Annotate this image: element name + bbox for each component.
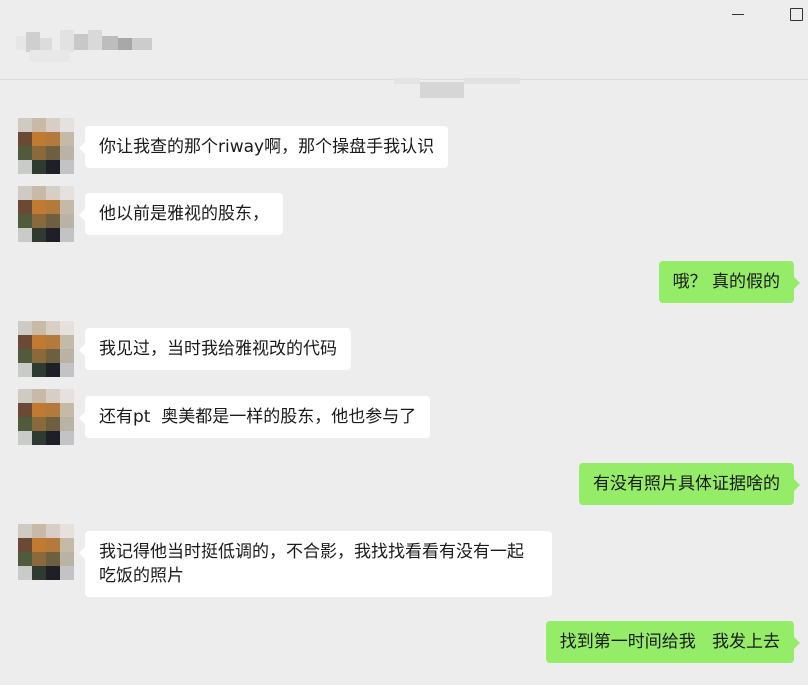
avatar[interactable] [18,524,74,580]
contact-name-blurred [16,30,152,62]
message-bubble-outgoing[interactable]: 哦？ 真的假的 [658,261,801,303]
avatar[interactable] [18,186,74,242]
message-bubble-incoming[interactable]: 他以前是雅视的股东， [79,193,283,235]
minimize-icon[interactable] [726,2,750,24]
avatar[interactable] [18,321,74,377]
message-bubble-incoming[interactable]: 还有pt 奥美都是一样的股东，他也参与了 [78,396,431,438]
message-bubble-incoming[interactable]: 你让我查的那个riway啊，那个操盘手我认识 [78,126,449,168]
avatar[interactable] [18,389,74,445]
chat-header [0,0,808,80]
message-bubble-incoming[interactable]: 我见过，当时我给雅视改的代码 [79,328,351,370]
maximize-icon[interactable] [784,2,808,24]
message-bubble-outgoing[interactable]: 有没有照片具体证据啥的 [579,463,800,505]
avatar[interactable] [18,118,74,174]
message-bubble-outgoing[interactable]: 找到第一时间给我 我发上去 [545,621,801,663]
timestamp-blurred [394,78,520,98]
message-bubble-incoming[interactable]: 我记得他当时挺低调的，不合影，我找找看看有没有一起 吃饭的照片 [79,531,552,597]
